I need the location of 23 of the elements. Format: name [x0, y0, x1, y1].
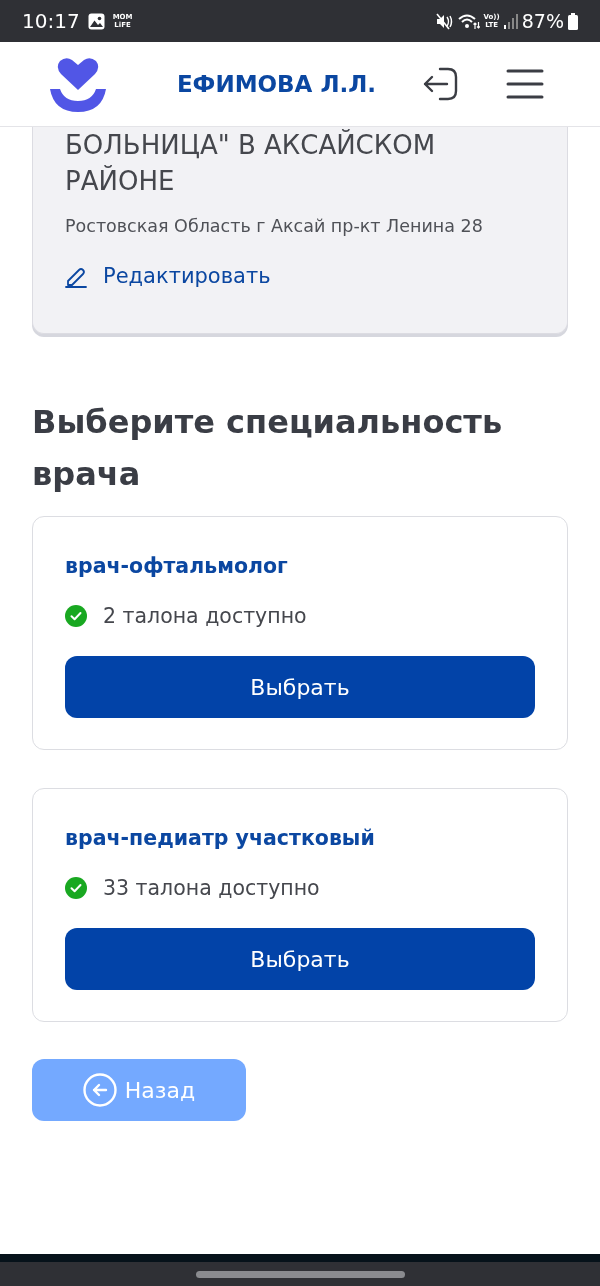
select-button[interactable]: Выбрать	[65, 928, 535, 990]
specialty-title: врач-офтальмолог	[65, 553, 289, 580]
gallery-icon	[87, 12, 105, 30]
menu-icon[interactable]	[506, 69, 544, 99]
wifi-icon	[457, 12, 480, 30]
specialty-title: врач-педиатр участковый	[65, 825, 376, 852]
edit-link[interactable]: Редактировать	[65, 261, 271, 293]
availability-text: 2 талона доступно	[103, 603, 307, 630]
availability-text: 33 талона доступно	[103, 875, 320, 902]
clinic-name: БОЛЬНИЦА" В АКСАЙСКОМ РАЙОНЕ	[65, 128, 437, 198]
clinic-address: Ростовская Область г Аксай пр-кт Ленина 28	[65, 215, 484, 238]
user-name: ЕФИМОВА Л.Л.	[176, 69, 377, 99]
battery-percent: 87%	[521, 8, 564, 34]
section-heading: Выберите специальность врача	[32, 402, 504, 495]
clock-time: 10:17	[22, 8, 80, 35]
logout-icon[interactable]	[423, 67, 458, 101]
battery-icon	[568, 12, 578, 30]
mute-icon	[435, 12, 454, 30]
arrow-left-circle-icon	[82, 1073, 117, 1107]
signal-icon	[503, 13, 518, 29]
heart-smile-logo-icon[interactable]	[50, 56, 106, 112]
select-button[interactable]: Выбрать	[65, 656, 535, 718]
pencil-icon	[65, 266, 87, 288]
